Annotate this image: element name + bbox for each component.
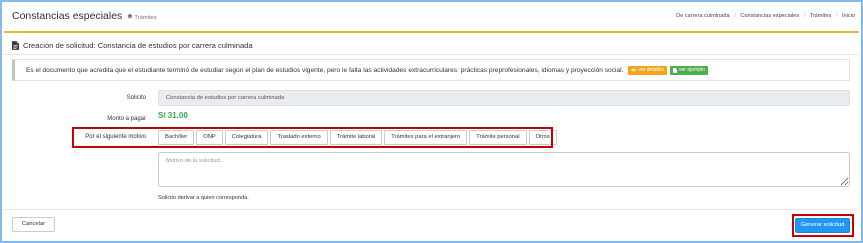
breadcrumb-item-tramites[interactable]: Trámites bbox=[810, 13, 832, 19]
reason-option-colegiatura[interactable]: Colegiatura bbox=[224, 130, 269, 145]
page-header: Constancias especiales Trámites bbox=[12, 9, 157, 23]
forward-note: Solicito derivar a quien corresponda. bbox=[158, 195, 249, 201]
section-title-text: Creación de solicitud: Constancia de est… bbox=[23, 41, 253, 50]
reason-option-onp[interactable]: ONP bbox=[196, 130, 223, 145]
reason-option-otros[interactable]: Otros bbox=[528, 130, 557, 145]
file-text-icon bbox=[12, 41, 19, 50]
breadcrumb-separator: / bbox=[835, 12, 838, 19]
reason-label: Por el siguiente motivo bbox=[85, 134, 146, 140]
breadcrumb-separator: / bbox=[734, 12, 736, 19]
view-details-label: ver detalles bbox=[638, 66, 665, 73]
header-accent-line bbox=[4, 31, 859, 33]
reason-textarea[interactable] bbox=[158, 152, 850, 187]
generate-request-button[interactable]: Generar solicitud bbox=[795, 218, 850, 233]
eye-icon bbox=[631, 68, 637, 72]
reason-option-tramite-laboral[interactable]: Trámite laboral bbox=[329, 130, 383, 145]
section-divider bbox=[4, 54, 859, 55]
breadcrumb-separator: / bbox=[803, 12, 806, 19]
reason-option-tramites-extranjero[interactable]: Trámites para el extranjero bbox=[384, 130, 468, 145]
breadcrumb-item-constancias-especiales[interactable]: Constancias especiales bbox=[740, 13, 799, 19]
reason-option-tramite-personal[interactable]: Trámite personal bbox=[469, 130, 527, 145]
breadcrumb: De carrera culminada / Constancias espec… bbox=[676, 13, 855, 20]
cancel-button[interactable]: Cancelar bbox=[12, 217, 55, 232]
home-icon bbox=[127, 13, 133, 19]
view-example-label: ver ejemplo bbox=[679, 66, 705, 73]
reason-options: Bachiller ONP Colegiatura Traslado exter… bbox=[158, 130, 557, 145]
amount-label: Monto a pagar bbox=[107, 116, 146, 122]
view-example-button[interactable]: ver ejemplo bbox=[670, 65, 708, 75]
section-title: Creación de solicitud: Constancia de est… bbox=[12, 40, 253, 51]
breadcrumb-item-current: De carrera culminada bbox=[676, 12, 730, 19]
footer-divider bbox=[4, 209, 859, 210]
page-subtitle: Trámites bbox=[134, 15, 157, 21]
reason-option-bachiller[interactable]: Bachiller bbox=[158, 130, 195, 145]
file-icon bbox=[673, 67, 678, 73]
view-details-button[interactable]: ver detalles bbox=[628, 65, 668, 75]
amount-value: S/ 31.00 bbox=[158, 111, 188, 120]
reason-option-traslado-externo[interactable]: Traslado externo bbox=[270, 130, 328, 145]
breadcrumb-item-inicio[interactable]: Inicio bbox=[842, 13, 855, 19]
request-label: Solicito bbox=[126, 95, 146, 101]
description-box: Es el documento que acredita que el estu… bbox=[12, 59, 850, 81]
description-text: Es el documento que acredita que el estu… bbox=[26, 66, 624, 74]
page-title: Constancias especiales bbox=[12, 10, 123, 22]
request-field: Constancia de estudios por carrera culmi… bbox=[158, 90, 850, 106]
